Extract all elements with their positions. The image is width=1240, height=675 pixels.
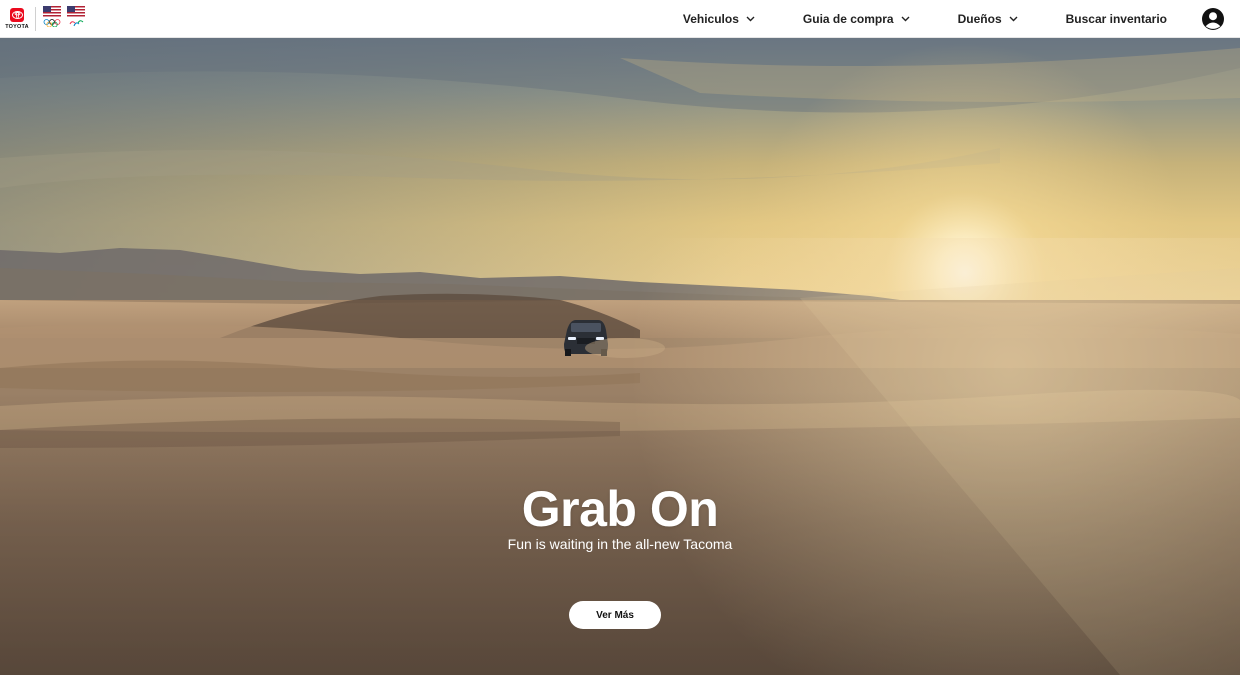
- nav-item-label: Buscar inventario: [1065, 11, 1167, 26]
- toyota-emblem-icon: [10, 7, 24, 22]
- main-nav: Vehiculos Guia de compra Dueños Buscar i…: [683, 0, 1240, 38]
- hero-banner: Grab On Fun is waiting in the all-new Ta…: [0, 38, 1240, 675]
- hero-background-image: [0, 38, 1240, 675]
- logo-wordmark: TOYOTA: [5, 23, 29, 30]
- nav-item-label: Vehiculos: [682, 11, 739, 26]
- toyota-logo[interactable]: TOYOTA: [4, 7, 30, 30]
- account-circle-icon[interactable]: [1201, 7, 1225, 31]
- brand-divider: [35, 6, 36, 31]
- team-usa-paralympic-mark: [66, 5, 86, 32]
- nav-item-guia-de-compra[interactable]: Guia de compra: [803, 12, 910, 26]
- hero-copy: Grab On Fun is waiting in the all-new Ta…: [0, 480, 1240, 552]
- chevron-down-icon: [746, 16, 755, 21]
- hero-subtitle: Fun is waiting in the all-new Tacoma: [507, 536, 733, 552]
- chevron-down-icon: [901, 16, 910, 21]
- nav-item-label: Guia de compra: [802, 11, 894, 26]
- paralympic-agitos-icon: [69, 19, 84, 26]
- brand-area: TOYOTA: [0, 0, 90, 38]
- ver-mas-button[interactable]: Ver Más: [569, 601, 661, 629]
- nav-item-buscar-inventario[interactable]: Buscar inventario: [1066, 12, 1167, 26]
- nav-item-vehiculos[interactable]: Vehiculos: [683, 12, 755, 26]
- site-header: TOYOTA Vehiculos Guia de compra Dueños B…: [0, 0, 1240, 38]
- hero-title: Grab On: [521, 481, 719, 537]
- chevron-down-icon: [1009, 16, 1018, 21]
- team-usa-olympic-mark: [42, 5, 62, 32]
- olympic-rings-icon: [43, 18, 61, 27]
- nav-item-duenos[interactable]: Dueños: [958, 12, 1018, 26]
- nav-item-label: Dueños: [957, 11, 1002, 26]
- us-flag-icon: [67, 5, 85, 17]
- us-flag-icon: [43, 5, 61, 17]
